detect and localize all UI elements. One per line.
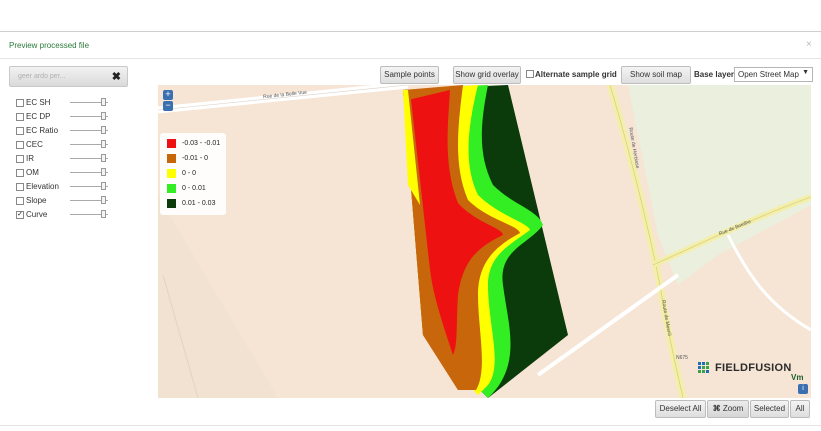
layer-row[interactable]: Elevation [16, 181, 116, 193]
road-minor-2 [726, 234, 811, 332]
layer-label: IR [26, 154, 34, 163]
field-curvature-overlay [403, 85, 568, 398]
alternate-sample-grid-checkbox[interactable] [526, 70, 534, 78]
close-icon[interactable]: × [806, 39, 812, 50]
layer-checkbox[interactable] [16, 183, 24, 191]
layer-slider-handle[interactable] [101, 98, 106, 106]
layer-slider-handle[interactable] [101, 112, 106, 120]
layer-row[interactable]: EC SH [16, 97, 116, 109]
layer-checkbox[interactable] [16, 141, 24, 149]
layer-slider-handle[interactable] [101, 210, 106, 218]
layer-label: CEC [26, 140, 43, 149]
legend-swatch [167, 199, 176, 208]
layer-row[interactable]: CEC [16, 139, 116, 151]
top-divider [0, 31, 821, 32]
zoom-button-label: Zoom [722, 404, 744, 413]
logo-sub: Vm [791, 373, 804, 382]
layer-slider-handle[interactable] [101, 154, 106, 162]
logo-text: FIELDFUSION [715, 362, 792, 374]
logo-grid-icon [698, 362, 709, 373]
layer-label: Slope [26, 196, 47, 205]
layer-label: Curve [26, 210, 48, 219]
legend-label: -0.01 - 0 [182, 155, 209, 162]
bottom-divider [0, 425, 821, 426]
legend-label: 0 - 0.01 [182, 185, 206, 192]
info-icon[interactable]: i [798, 384, 808, 394]
legend-item: -0.01 - 0 [167, 154, 227, 164]
fieldfusion-logo: FIELDFUSION Vm [698, 360, 808, 384]
file-name: geer ardo per... [18, 73, 66, 80]
land-area [158, 195, 278, 398]
remove-file-icon[interactable]: ✖ [112, 70, 121, 83]
legend-swatch [167, 139, 176, 148]
legend-label: 0 - 0 [182, 170, 197, 177]
base-layer-label: Base layer: [694, 70, 737, 79]
legend-label: 0.01 - 0.03 [182, 200, 216, 207]
map-legend: -0.03 - -0.01 -0.01 - 0 0 - 0 0 - 0.01 0… [160, 133, 226, 215]
alternate-sample-grid-label: Alternate sample grid [535, 70, 617, 79]
legend-item: 0.01 - 0.03 [167, 199, 227, 209]
layer-label: Elevation [26, 182, 59, 191]
chevron-down-icon: ▼ [802, 69, 809, 76]
dialog-title: Preview processed file [9, 41, 90, 50]
legend-label: -0.03 - -0.01 [182, 140, 221, 147]
file-selector[interactable]: geer ardo per... ✖ [9, 66, 128, 87]
legend-item: 0 - 0.01 [167, 184, 227, 194]
layer-checkbox[interactable]: ✓ [16, 211, 24, 219]
all-button[interactable]: All [790, 400, 810, 418]
layer-row[interactable]: EC DP [16, 111, 116, 123]
map-canvas [158, 85, 811, 398]
zoom-out-button[interactable]: − [163, 101, 173, 111]
zoom-button[interactable]: ⌘ Zoom [707, 400, 749, 418]
layer-label: OM [26, 168, 39, 177]
base-layer-value: Open Street Map [738, 70, 799, 79]
layer-slider-handle[interactable] [101, 196, 106, 204]
layer-checkbox[interactable] [16, 197, 24, 205]
layer-label: EC Ratio [26, 126, 59, 135]
legend-swatch [167, 169, 176, 178]
legend-swatch [167, 184, 176, 193]
deselect-all-button[interactable]: Deselect All [655, 400, 706, 418]
map-view[interactable]: + − Rue de la Belle Vue Route de Herbiss… [158, 85, 811, 398]
layer-row[interactable]: Slope [16, 195, 116, 207]
layer-slider-handle[interactable] [101, 168, 106, 176]
show-soil-map-button[interactable]: Show soil map [621, 66, 691, 84]
zoom-in-button[interactable]: + [163, 90, 173, 100]
layer-row[interactable]: ✓ Curve [16, 209, 116, 221]
header-divider [0, 58, 821, 59]
layer-slider-handle[interactable] [101, 126, 106, 134]
layer-label: EC DP [26, 112, 51, 121]
layer-slider-handle[interactable] [101, 140, 106, 148]
layer-checkbox[interactable] [16, 155, 24, 163]
road-label-n675: N675 [676, 355, 688, 361]
legend-swatch [167, 154, 176, 163]
selected-button[interactable]: Selected [750, 400, 789, 418]
layer-label: EC SH [26, 98, 51, 107]
layer-slider-handle[interactable] [101, 182, 106, 190]
binoculars-icon: ⌘ [712, 404, 721, 413]
sample-points-button[interactable]: Sample points [380, 66, 439, 84]
layer-checkbox[interactable] [16, 99, 24, 107]
layer-row[interactable]: IR [16, 153, 116, 165]
layer-row[interactable]: OM [16, 167, 116, 179]
layer-checkbox[interactable] [16, 113, 24, 121]
layer-row[interactable]: EC Ratio [16, 125, 116, 137]
layer-checkbox[interactable] [16, 169, 24, 177]
base-layer-select[interactable]: Open Street Map ▼ [734, 67, 813, 82]
layer-checkbox[interactable] [16, 127, 24, 135]
legend-item: -0.03 - -0.01 [167, 139, 227, 149]
show-grid-overlay-button[interactable]: Show grid overlay [453, 66, 521, 84]
legend-item: 0 - 0 [167, 169, 227, 179]
